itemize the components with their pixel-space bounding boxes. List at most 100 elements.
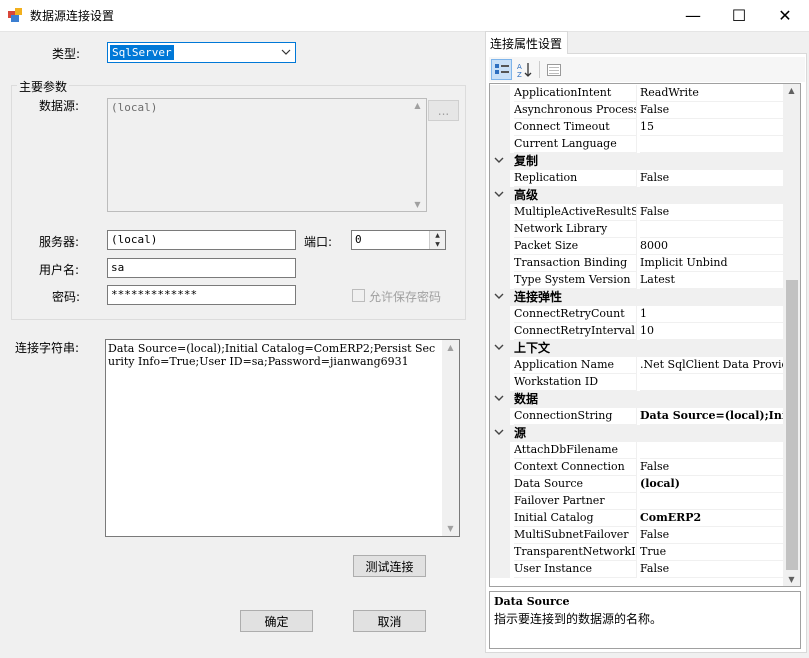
- property-value[interactable]: 10: [640, 323, 784, 340]
- port-spin-buttons[interactable]: ▲ ▼: [429, 231, 445, 249]
- property-row[interactable]: Packet Size 8000: [490, 238, 784, 255]
- property-row[interactable]: User Instance False: [490, 561, 784, 578]
- connstr-scrollbar[interactable]: ▲ ▼: [442, 340, 459, 536]
- chevron-down-icon[interactable]: [494, 426, 508, 441]
- property-value[interactable]: (local): [640, 476, 784, 493]
- property-value[interactable]: Latest: [640, 272, 784, 289]
- property-value[interactable]: False: [640, 102, 784, 119]
- categorized-button[interactable]: [491, 59, 512, 80]
- tab-connection-properties[interactable]: 连接属性设置: [485, 31, 568, 54]
- property-value[interactable]: Data Source=(local);Initial: [640, 408, 784, 425]
- property-row[interactable]: Context Connection False: [490, 459, 784, 476]
- property-row[interactable]: Transaction Binding Implicit Unbind: [490, 255, 784, 272]
- property-row[interactable]: Failover Partner: [490, 493, 784, 510]
- property-value[interactable]: False: [640, 459, 784, 476]
- window-title: 数据源连接设置: [30, 9, 115, 23]
- chevron-down-icon[interactable]: [494, 341, 508, 356]
- property-row[interactable]: Replication False: [490, 170, 784, 187]
- property-value[interactable]: .Net SqlClient Data Provider: [640, 357, 784, 374]
- property-value[interactable]: Implicit Unbind: [640, 255, 784, 272]
- browse-button[interactable]: ...: [428, 100, 459, 121]
- property-row[interactable]: Data Source (local): [490, 476, 784, 493]
- property-row[interactable]: Type System Version Latest: [490, 272, 784, 289]
- chevron-down-icon[interactable]: [494, 392, 508, 407]
- property-row[interactable]: Asynchronous ProcessingFalse: [490, 102, 784, 119]
- row-gutter: [490, 119, 510, 136]
- chevron-down-icon[interactable]: [494, 290, 508, 305]
- maximize-button[interactable]: ☐: [716, 0, 762, 30]
- cancel-button[interactable]: 取消: [353, 610, 426, 632]
- property-name: ConnectRetryCount: [514, 306, 637, 323]
- alphabetical-button[interactable]: A Z: [514, 59, 535, 80]
- property-value[interactable]: False: [640, 527, 784, 544]
- type-select[interactable]: SqlServer: [107, 42, 296, 63]
- datasource-textarea[interactable]: (local): [107, 98, 427, 212]
- property-value[interactable]: [640, 136, 784, 153]
- property-value[interactable]: 1: [640, 306, 784, 323]
- user-input[interactable]: sa: [107, 258, 296, 278]
- property-name: Connect Timeout: [514, 119, 637, 136]
- chevron-down-icon[interactable]: [494, 154, 508, 169]
- property-category[interactable]: 源: [490, 425, 784, 442]
- property-row[interactable]: AttachDbFilename: [490, 442, 784, 459]
- property-pages-button[interactable]: [543, 59, 564, 80]
- property-category[interactable]: 上下文: [490, 340, 784, 357]
- property-value[interactable]: ComERP2: [640, 510, 784, 527]
- property-row[interactable]: Network Library: [490, 221, 784, 238]
- property-category[interactable]: 连接弹性: [490, 289, 784, 306]
- property-row[interactable]: MultipleActiveResultSetsFalse: [490, 204, 784, 221]
- property-row[interactable]: Workstation ID: [490, 374, 784, 391]
- scroll-up-icon: ▲: [788, 86, 795, 95]
- property-value[interactable]: [640, 221, 784, 238]
- type-label: 类型:: [52, 47, 81, 61]
- row-gutter: [490, 476, 510, 493]
- property-row[interactable]: ApplicationIntent ReadWrite: [490, 85, 784, 102]
- password-input[interactable]: *************: [107, 285, 296, 305]
- ok-button[interactable]: 确定: [240, 610, 313, 632]
- chevron-down-icon: [281, 49, 291, 55]
- property-value[interactable]: 8000: [640, 238, 784, 255]
- scroll-up-icon: ▲: [447, 343, 454, 352]
- property-value[interactable]: False: [640, 204, 784, 221]
- property-value[interactable]: False: [640, 561, 784, 578]
- property-value[interactable]: [640, 493, 784, 510]
- categorized-icon: [494, 63, 509, 74]
- datasource-scrollbar[interactable]: ▲ ▼: [409, 99, 426, 211]
- property-value[interactable]: [640, 374, 784, 391]
- save-password-checkbox[interactable]: [352, 289, 365, 302]
- chevron-down-icon[interactable]: [494, 188, 508, 203]
- property-row[interactable]: Current Language: [490, 136, 784, 153]
- property-row[interactable]: ConnectionStringData Source=(local);Init…: [490, 408, 784, 425]
- user-label: 用户名:: [39, 263, 80, 277]
- alphabetical-icon: A Z: [517, 62, 531, 78]
- spin-down-icon[interactable]: ▼: [430, 240, 445, 249]
- server-input[interactable]: (local): [107, 230, 296, 250]
- property-value[interactable]: [640, 442, 784, 459]
- minimize-button[interactable]: —: [670, 0, 716, 30]
- property-name: User Instance: [514, 561, 637, 578]
- connstr-textarea[interactable]: Data Source=(local);Initial Catalog=ComE…: [105, 339, 460, 537]
- property-value[interactable]: True: [640, 544, 784, 561]
- property-row[interactable]: ConnectRetryInterval 10: [490, 323, 784, 340]
- propgrid-scroll-thumb[interactable]: [786, 280, 798, 570]
- close-button[interactable]: ✕: [762, 0, 808, 30]
- property-value[interactable]: ReadWrite: [640, 85, 784, 102]
- property-row[interactable]: Connect Timeout 15: [490, 119, 784, 136]
- property-row[interactable]: MultiSubnetFailover False: [490, 527, 784, 544]
- test-connection-button[interactable]: 测试连接: [353, 555, 426, 577]
- row-gutter: [490, 255, 510, 272]
- property-value[interactable]: False: [640, 170, 784, 187]
- property-row[interactable]: ConnectRetryCount 1: [490, 306, 784, 323]
- password-label: 密码:: [52, 290, 81, 304]
- spin-up-icon[interactable]: ▲: [430, 231, 445, 240]
- property-row[interactable]: Initial Catalog ComERP2: [490, 510, 784, 527]
- property-name: ConnectionString: [514, 408, 637, 425]
- property-category[interactable]: 复制: [490, 153, 784, 170]
- category-name: 高级: [514, 188, 539, 202]
- property-category[interactable]: 高级: [490, 187, 784, 204]
- server-label: 服务器:: [39, 235, 80, 249]
- property-value[interactable]: 15: [640, 119, 784, 136]
- property-category[interactable]: 数据: [490, 391, 784, 408]
- property-row[interactable]: Application Name .Net SqlClient Data Prov…: [490, 357, 784, 374]
- property-row[interactable]: TransparentNetworkIPResolutionTrue: [490, 544, 784, 561]
